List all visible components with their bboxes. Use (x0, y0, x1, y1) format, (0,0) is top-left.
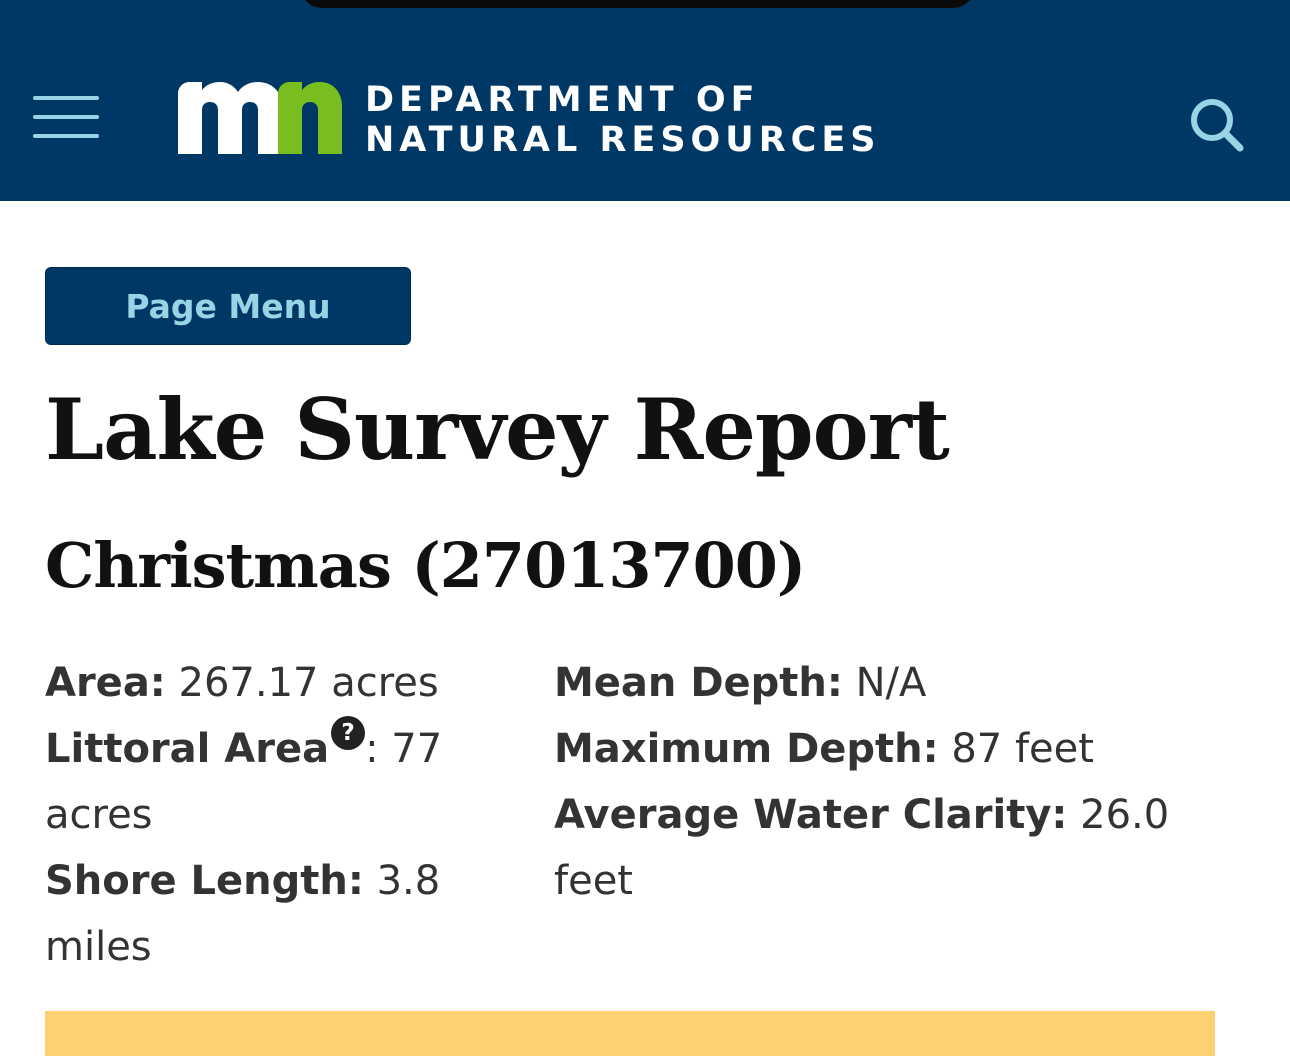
stat-average-water-clarity: Average Water Clarity: 26.0 feet (554, 782, 1234, 914)
lake-name-heading: Christmas (27013700) (45, 529, 806, 602)
lake-stats-right: Mean Depth: N/A Maximum Depth: 87 feet A… (554, 650, 1234, 914)
stat-label: Maximum Depth: (554, 726, 939, 772)
mn-logo[interactable] (178, 82, 342, 154)
stat-mean-depth: Mean Depth: N/A (554, 650, 1234, 716)
page-menu-button[interactable]: Page Menu (45, 267, 411, 345)
hamburger-line (33, 115, 99, 119)
stat-label: Average Water Clarity: (554, 792, 1068, 838)
lake-stats-left: Area: 267.17 acres Littoral Area?: 77 ac… (45, 650, 485, 980)
page-title: Lake Survey Report (45, 380, 950, 479)
stat-shore-length: Shore Length: 3.8 miles (45, 848, 485, 980)
device-notch (300, 0, 975, 8)
stat-label: Littoral Area (45, 726, 330, 772)
stat-label: Area: (45, 660, 166, 706)
department-name[interactable]: DEPARTMENT OF NATURAL RESOURCES (365, 80, 880, 160)
stat-value: 87 feet (938, 726, 1094, 772)
department-name-line1: DEPARTMENT OF (365, 80, 760, 120)
search-icon[interactable] (1188, 96, 1244, 152)
hamburger-line (33, 96, 99, 100)
stat-value: 267.17 acres (165, 660, 439, 706)
hamburger-menu-icon[interactable] (33, 96, 99, 140)
site-header: DEPARTMENT OF NATURAL RESOURCES (0, 0, 1290, 201)
stat-littoral-area: Littoral Area?: 77 acres (45, 716, 485, 848)
stat-area: Area: 267.17 acres (45, 650, 485, 716)
stat-value: N/A (842, 660, 927, 706)
stat-label: Shore Length: (45, 858, 364, 904)
alert-banner (45, 1011, 1215, 1056)
stat-maximum-depth: Maximum Depth: 87 feet (554, 716, 1234, 782)
stat-label: Mean Depth: (554, 660, 843, 706)
hamburger-line (33, 134, 99, 138)
department-name-line2: NATURAL RESOURCES (365, 120, 881, 160)
question-mark-icon[interactable]: ? (331, 716, 366, 750)
